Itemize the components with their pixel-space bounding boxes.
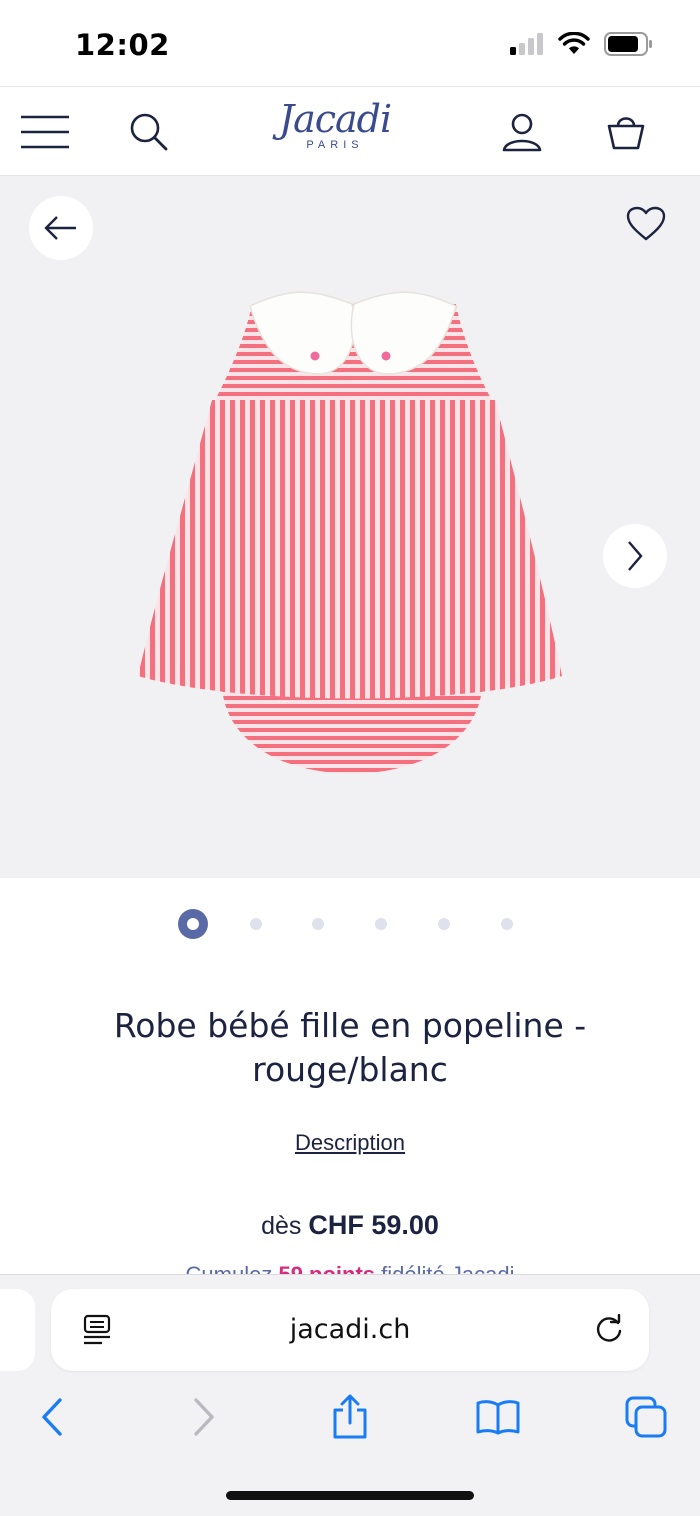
product-title: Robe bébé fille en popeline - rouge/blan… — [113, 1006, 587, 1089]
chevron-right-icon — [628, 541, 643, 571]
logo-brand-text: Jacadi — [278, 97, 392, 141]
browser-back-button[interactable] — [26, 1391, 78, 1443]
basket-icon — [607, 117, 645, 150]
forward-icon — [194, 1398, 214, 1436]
address-bar[interactable]: jacadi.ch — [51, 1289, 649, 1371]
product-gallery[interactable] — [0, 176, 700, 878]
previous-tab-preview[interactable] — [0, 1289, 35, 1371]
site-header: Jacadi PARIS — [0, 86, 700, 176]
price-prefix: dès — [261, 1212, 302, 1240]
share-button[interactable] — [324, 1391, 376, 1443]
status-time: 12:02 — [75, 28, 170, 62]
url-text: jacadi.ch — [289, 1314, 411, 1345]
home-indicator — [226, 1491, 474, 1500]
tabs-button[interactable] — [620, 1391, 672, 1443]
next-image-button[interactable] — [603, 524, 667, 588]
bookmarks-icon — [476, 1400, 520, 1435]
favorite-button[interactable] — [624, 202, 668, 246]
reload-icon — [596, 1314, 622, 1342]
gallery-pagination — [0, 906, 700, 942]
pagination-dot[interactable] — [375, 918, 387, 930]
share-icon — [333, 1394, 367, 1439]
browser-forward-button[interactable] — [178, 1391, 230, 1443]
wifi-icon — [558, 32, 590, 54]
product-image[interactable] — [0, 176, 700, 878]
price-amount: CHF 59.00 — [308, 1210, 439, 1240]
heart-icon — [626, 206, 666, 241]
browser-toolbar: jacadi.ch — [0, 1274, 700, 1516]
back-button[interactable] — [29, 196, 93, 260]
description-link[interactable]: Description — [0, 1130, 700, 1156]
search-icon — [130, 113, 168, 151]
back-icon — [42, 1398, 62, 1436]
menu-button[interactable] — [20, 109, 70, 155]
account-icon — [502, 113, 542, 152]
status-icons — [510, 32, 654, 56]
pagination-dot[interactable] — [312, 918, 324, 930]
cellular-signal-icon — [510, 33, 543, 55]
reload-button[interactable] — [591, 1312, 627, 1348]
battery-icon — [604, 32, 652, 56]
status-bar: 12:02 — [0, 0, 700, 86]
back-arrow-icon — [44, 216, 76, 240]
tabs-icon — [625, 1396, 667, 1438]
pagination-dot[interactable] — [501, 918, 513, 930]
basket-button[interactable] — [601, 109, 651, 155]
product-price: dès CHF 59.00 — [0, 1210, 700, 1241]
menu-icon — [21, 115, 69, 149]
pagination-dot[interactable] — [438, 918, 450, 930]
brand-logo[interactable]: Jacadi PARIS — [268, 99, 402, 163]
account-button[interactable] — [497, 109, 547, 155]
pagination-dot[interactable] — [250, 918, 262, 930]
search-button[interactable] — [124, 109, 174, 155]
pagination-dot-active[interactable] — [178, 909, 208, 939]
bookmarks-button[interactable] — [472, 1391, 524, 1443]
